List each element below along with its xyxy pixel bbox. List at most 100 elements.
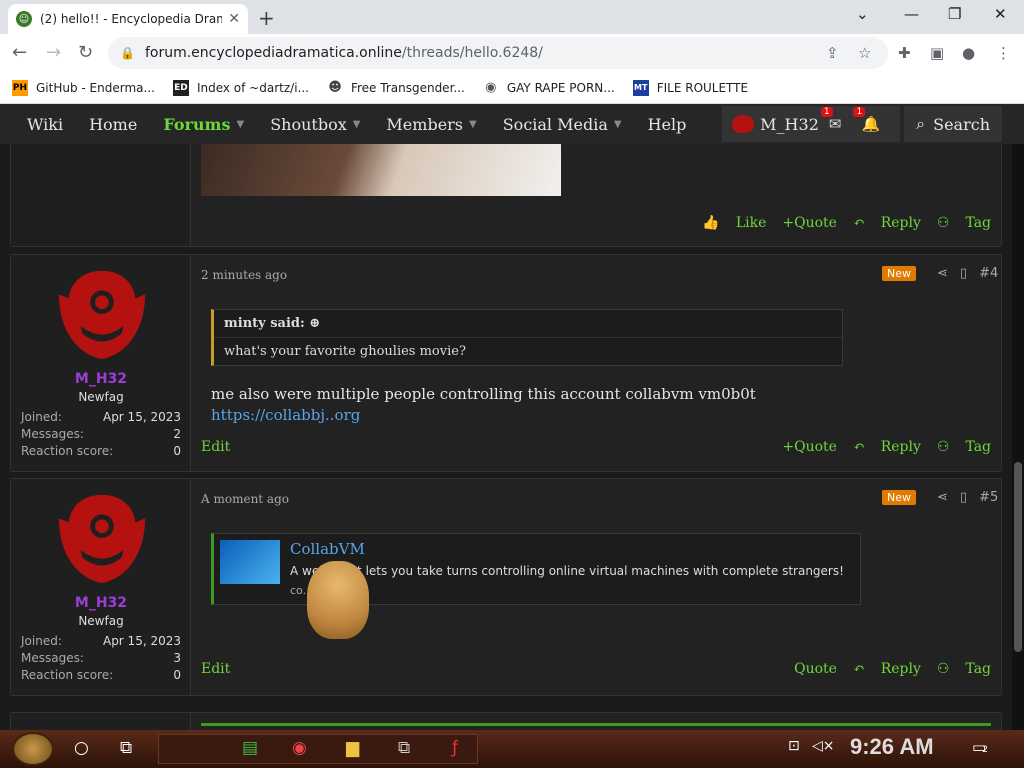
nav-members[interactable]: Members ▼ [373, 104, 489, 144]
search-button[interactable]: ⌕ Search [904, 106, 1002, 142]
file-roulette-favicon-icon: MT [632, 79, 649, 96]
caret-down-icon[interactable]: ▼ [614, 119, 622, 130]
post-date[interactable]: 2 minutes ago [201, 268, 287, 282]
stat-joined: Joined: Apr 15, 2023 [21, 634, 181, 648]
bookmark-gay-rape[interactable]: ◉ GAY RAPE PORN... [483, 80, 615, 96]
tab-search-chevron-icon[interactable]: ⌄ [856, 5, 869, 23]
notes-app-icon[interactable]: ▤ [242, 738, 258, 758]
stat-key: Joined: [21, 634, 62, 648]
bookmarks-bar: PH GitHub - Enderma... ED Index of ~dart… [0, 72, 1024, 104]
flash-icon[interactable]: ƒ [452, 738, 458, 758]
post-number[interactable]: #5 [979, 490, 998, 505]
nav-help[interactable]: Help [635, 104, 700, 144]
file-explorer-icon[interactable]: ▆ [346, 738, 359, 758]
quote-header[interactable]: minty said: ⊕ [214, 310, 842, 338]
new-tab-icon[interactable]: + [258, 6, 275, 30]
extensions-puzzle-icon[interactable]: ✚ [898, 44, 911, 62]
inbox-badge: 1 [820, 107, 833, 117]
reply-button[interactable]: ↶ Reply [853, 661, 921, 677]
nav-forums[interactable]: Forums ▼ [150, 104, 257, 144]
tag-button[interactable]: ⚇ Tag [937, 661, 991, 677]
post-date[interactable]: A moment ago [201, 492, 289, 506]
reply-button[interactable]: ↶ Reply [853, 439, 921, 455]
notification-icon[interactable]: ▭2 [972, 738, 988, 756]
bookmark-free-transgender[interactable]: ☻ Free Transgender... [327, 80, 465, 96]
post-body: me also were multiple people controlling… [211, 385, 756, 403]
minimize-icon[interactable]: — [904, 5, 919, 23]
post-author[interactable]: M_H32 [11, 595, 191, 611]
post-image[interactable] [201, 144, 561, 196]
user-avatar-icon[interactable] [53, 489, 151, 587]
scroll-thumb[interactable] [1014, 462, 1022, 652]
bookmark-github[interactable]: PH GitHub - Enderma... [12, 79, 155, 96]
account-username: M_H32 [760, 114, 819, 134]
bookmark-star-icon[interactable]: ☆ [858, 44, 871, 62]
network-icon[interactable]: ⊡ [788, 738, 800, 754]
share-icon[interactable]: ⇪ [826, 44, 839, 62]
quote-text: what's your favorite ghoulies movie? [224, 344, 466, 359]
chrome-menu-icon[interactable]: ⋮ [996, 44, 1011, 62]
quote-button[interactable]: Quote [794, 661, 837, 677]
bookmark-label: GAY RAPE PORN... [506, 80, 615, 95]
url-bar[interactable]: 🔒 forum.encyclopediadramatica.online/thr… [108, 37, 888, 69]
close-window-icon[interactable]: ✕ [994, 5, 1007, 23]
caret-down-icon[interactable]: ▼ [236, 119, 244, 130]
tag-label: Tag [965, 439, 991, 455]
reply-label: Reply [880, 661, 921, 677]
nav-wiki[interactable]: Wiki [14, 104, 76, 144]
bookmark-icon[interactable]: ▯ [960, 490, 967, 505]
side-panel-icon[interactable]: ▣ [930, 44, 944, 62]
restore-icon[interactable]: ❐ [948, 5, 961, 23]
cortana-circle-icon[interactable]: ○ [74, 738, 89, 758]
close-tab-icon[interactable]: ✕ [228, 11, 240, 27]
nav-shoutbox[interactable]: Shoutbox ▼ [257, 104, 373, 144]
url-path: /threads/hello.6248/ [401, 45, 543, 61]
edit-button[interactable]: Edit [201, 439, 230, 455]
post-number[interactable]: #4 [979, 266, 998, 281]
start-button[interactable] [12, 732, 54, 766]
edit-button[interactable]: Edit [201, 661, 230, 677]
bookmark-icon[interactable]: ▯ [960, 266, 967, 281]
nav-social-media[interactable]: Social Media ▼ [490, 104, 635, 144]
volume-muted-icon[interactable]: ◁× [812, 738, 835, 754]
tag-label: Tag [965, 661, 991, 677]
pornhub-favicon-icon: PH [12, 79, 28, 96]
bookmark-file-roulette[interactable]: MT FILE ROULETTE [632, 79, 748, 96]
embed-title[interactable]: CollabVM [290, 540, 365, 558]
user-avatar-icon[interactable] [53, 265, 151, 363]
post-author[interactable]: M_H32 [11, 371, 191, 387]
bookmark-index-dartz[interactable]: ED Index of ~dartz/i... [172, 79, 309, 96]
profile-avatar-icon[interactable]: ● [962, 44, 975, 62]
jump-up-arrow-icon[interactable]: ⊕ [309, 316, 320, 331]
tag-button[interactable]: ⚇ Tag [937, 215, 991, 231]
search-icon: ⌕ [916, 114, 926, 133]
stat-key: Messages: [21, 651, 84, 665]
post-main: 👍 Like +Quote ↶ Reply ⚇ Tag [201, 144, 991, 246]
share-icon[interactable]: ⋖ [937, 490, 948, 505]
reload-icon[interactable]: ↻ [78, 42, 93, 63]
quote-button[interactable]: +Quote [782, 439, 837, 455]
like-button[interactable]: 👍 Like [702, 215, 766, 231]
back-arrow-icon[interactable]: ← [12, 42, 27, 63]
window-switcher-icon[interactable]: ⧉ [398, 738, 410, 758]
stat-messages: Messages: 3 [21, 651, 181, 665]
caret-down-icon[interactable]: ▼ [353, 119, 361, 130]
new-badge: New [882, 490, 916, 505]
forward-arrow-icon[interactable]: → [46, 42, 61, 63]
nav-home[interactable]: Home [76, 104, 150, 144]
account-menu[interactable]: M_H32 ✉ 1 🔔 1 [722, 106, 901, 142]
share-icon[interactable]: ⋖ [937, 266, 948, 281]
taskbar-clock[interactable]: 9:26 AM [850, 734, 934, 760]
tag-button[interactable]: ⚇ Tag [937, 439, 991, 455]
browser-tab[interactable]: ☺ (2) hello!! - Encyclopedia Drama ✕ [8, 4, 248, 34]
post-link[interactable]: https://collabbj..org [211, 406, 360, 424]
caret-down-icon[interactable]: ▼ [469, 119, 477, 130]
chrome-icon[interactable]: ◉ [292, 738, 307, 758]
alerts-bell-icon[interactable]: 🔔 1 [853, 107, 880, 133]
task-view-icon[interactable]: ⧉ [120, 738, 132, 758]
quote-button[interactable]: +Quote [782, 215, 837, 231]
inbox-envelope-icon[interactable]: ✉ 1 [820, 107, 841, 133]
page-scrollbar[interactable] [1012, 144, 1024, 730]
reply-button[interactable]: ↶ Reply [853, 215, 921, 231]
nav-label: Members [386, 114, 464, 134]
